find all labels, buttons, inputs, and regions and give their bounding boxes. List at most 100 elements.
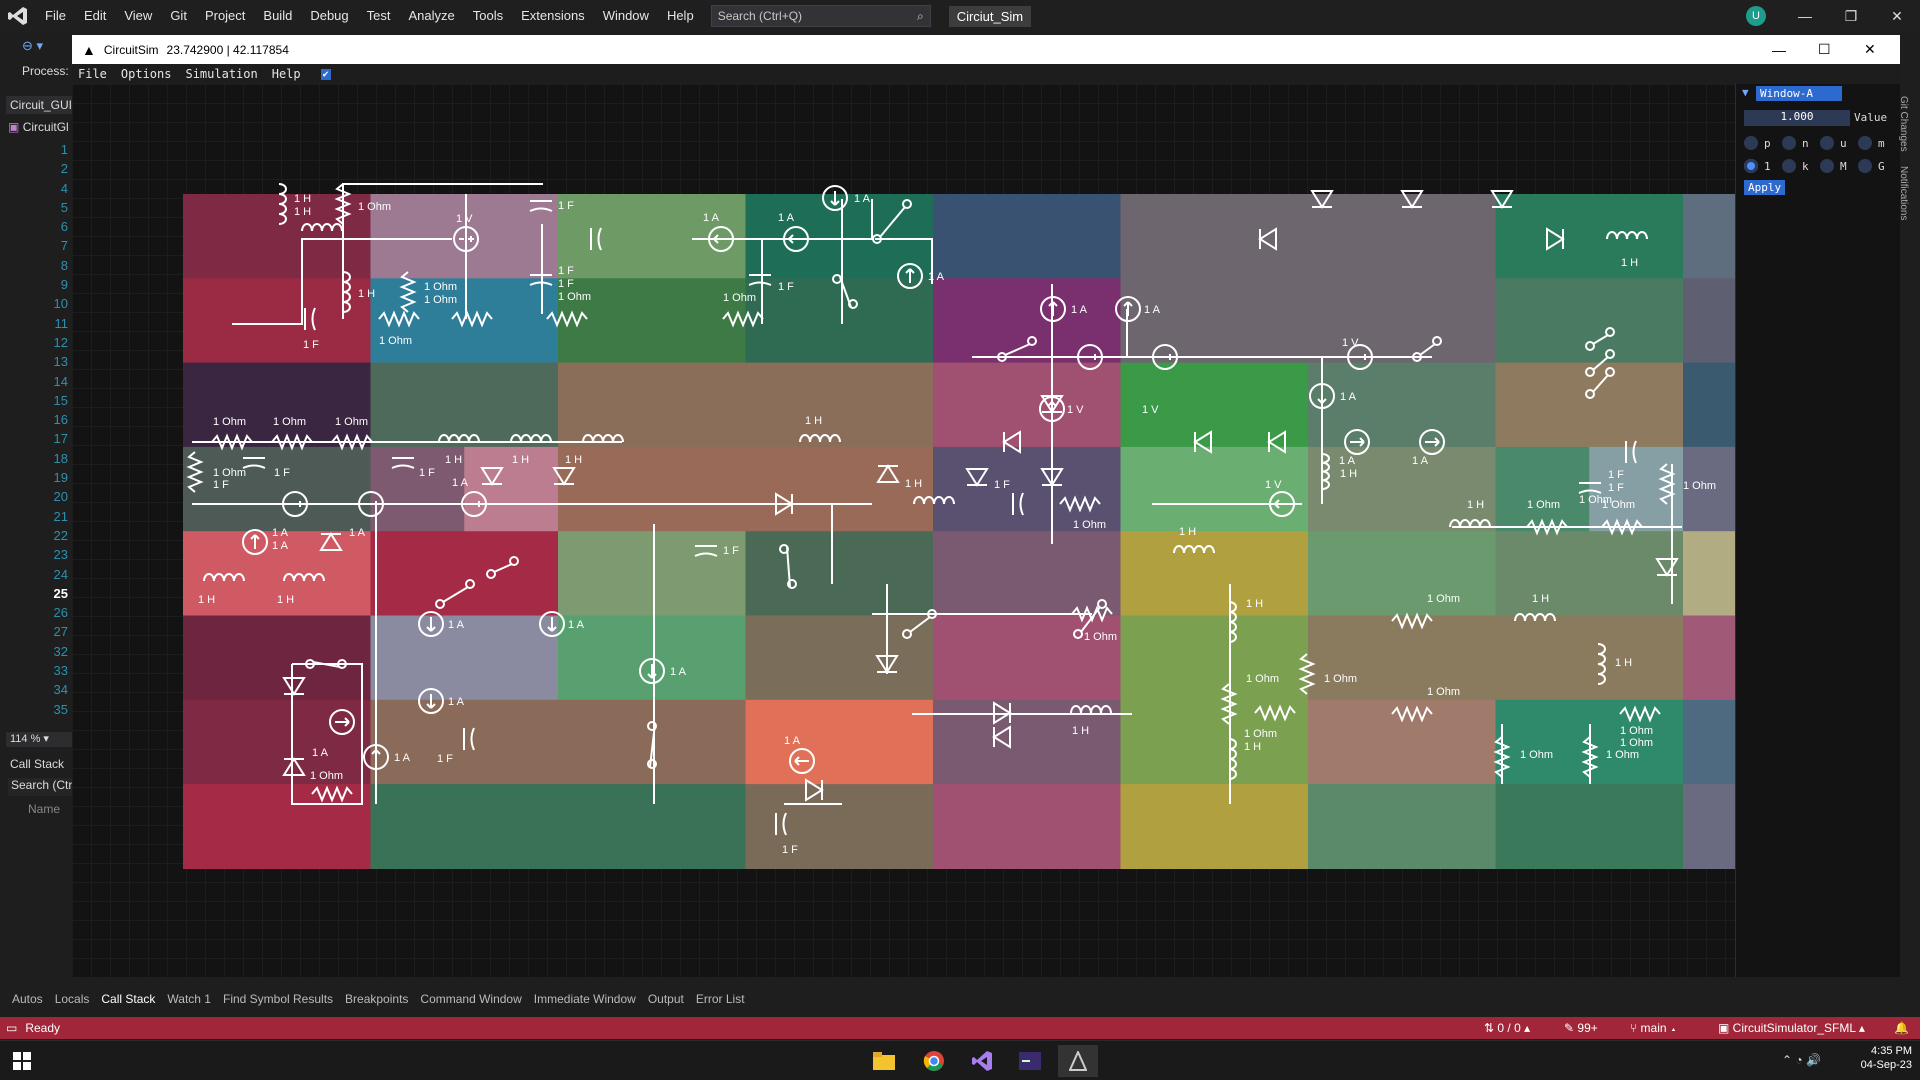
circuitsim-menu-bar: File Options Simulation Help ✔ (72, 64, 1900, 84)
simulation-checkmark-icon[interactable]: ✔ (320, 68, 331, 80)
bottom-tab-immediate-window[interactable]: Immediate Window (528, 992, 642, 1006)
vs-menu-extensions[interactable]: Extensions (512, 0, 594, 32)
file-explorer-icon[interactable] (864, 1045, 904, 1077)
callstack-search[interactable]: Search (Ctrl (8, 778, 72, 796)
component-label: 1 A (778, 212, 795, 224)
value-input[interactable]: 1.000 (1744, 110, 1850, 126)
zoom-value: 114 % (10, 733, 41, 745)
bottom-tab-call-stack[interactable]: Call Stack (95, 992, 161, 1006)
vs-menu-help[interactable]: Help (658, 0, 703, 32)
cs-menu-help[interactable]: Help (272, 67, 301, 81)
bottom-tab-command-window[interactable]: Command Window (414, 992, 527, 1006)
prefix-option-m[interactable]: m (1858, 134, 1894, 152)
solution-tab[interactable]: Circuit_GUI (6, 96, 72, 114)
vs-title-bar: File Edit View Git Project Build Debug Test Anal… (0, 0, 1920, 32)
bottom-tab-breakpoints[interactable]: Breakpoints (339, 992, 414, 1006)
line-number: 21 (53, 508, 68, 524)
vs-menu-debug[interactable]: Debug (301, 0, 357, 32)
component-label: 1 H (805, 415, 822, 427)
component-label: 1 A (1144, 304, 1161, 316)
vs-menu-edit[interactable]: Edit (75, 0, 115, 32)
vs-menu-test[interactable]: Test (358, 0, 400, 32)
clock[interactable]: 4:35 PM 04-Sep-23 (1856, 1045, 1912, 1071)
cs-minimize-icon[interactable]: — (1772, 42, 1786, 58)
apply-button[interactable]: Apply (1744, 180, 1786, 195)
lines-indicator[interactable]: ⇅ 0 / 0 ▴ (1484, 1021, 1530, 1035)
edits-indicator[interactable]: ✎ 99+ (1564, 1021, 1598, 1035)
prefix-option-u[interactable]: u (1820, 134, 1856, 152)
vs-menu-project[interactable]: Project (196, 0, 254, 32)
collapse-arrow-icon[interactable]: ▼ (1742, 86, 1749, 99)
visual-studio-logo-icon[interactable] (0, 0, 36, 32)
component-label: 1 V (1067, 404, 1084, 416)
circuit-canvas[interactable]: 1 H1 H1 Ohm 1 H1 Ohm 1 Ohm 1 V1 F1 F1 F1 Oh… (72, 84, 1735, 977)
cs-menu-options[interactable]: Options (121, 67, 172, 81)
grid-cell (933, 699, 1122, 785)
zoom-level[interactable]: 114 % ▾ (6, 732, 72, 747)
bottom-tab-error-list[interactable]: Error List (690, 992, 751, 1006)
bottom-tab-locals[interactable]: Locals (49, 992, 96, 1006)
bell-icon[interactable]: 🔔 (1894, 1021, 1909, 1035)
chrome-icon[interactable] (914, 1045, 954, 1077)
line-number: 26 (53, 605, 68, 621)
side-tabs: Git Changes Notifications (1898, 96, 1912, 234)
tray-icons[interactable]: ⌃ ◔ 🔊 (1782, 1053, 1821, 1067)
windows-start-icon[interactable] (2, 1045, 42, 1077)
minimize-icon[interactable]: — (1782, 0, 1828, 32)
file-tab[interactable]: ▣ CircuitGl (8, 120, 72, 134)
component-label: 1 Ohm (213, 467, 246, 479)
bottom-tab-autos[interactable]: Autos (6, 992, 49, 1006)
cs-close-icon[interactable]: ✕ (1864, 41, 1876, 58)
line-number: 1 (60, 142, 68, 157)
avatar[interactable]: U (1746, 6, 1766, 26)
component-label: 1 Ohm (213, 416, 246, 428)
back-nav-icon[interactable]: ⊖ ▾ (22, 38, 43, 54)
bottom-tab-watch-1[interactable]: Watch 1 (161, 992, 217, 1006)
cs-maximize-icon[interactable]: ☐ (1818, 41, 1831, 58)
prefix-option-1[interactable]: 1 (1744, 157, 1780, 175)
branch-indicator[interactable]: ⑂ main ▴ (1630, 1021, 1677, 1035)
component-label: 1 F (1608, 482, 1624, 494)
cs-menu-file[interactable]: File (78, 67, 107, 81)
line-number: 35 (53, 701, 68, 717)
component-label: 1 Ohm (1084, 631, 1117, 643)
prefix-option-M[interactable]: M (1820, 157, 1856, 175)
circuitsim-taskbar-icon[interactable] (1058, 1045, 1098, 1077)
component-label: 1 H (445, 454, 462, 466)
vs-menu-tools[interactable]: Tools (464, 0, 512, 32)
vs-menu-view[interactable]: View (115, 0, 161, 32)
side-tab-0[interactable]: Git Changes (1898, 96, 1909, 152)
bottom-tab-find-symbol-results[interactable]: Find Symbol Results (217, 992, 339, 1006)
visual-studio-taskbar-icon[interactable] (962, 1045, 1002, 1077)
prefix-option-p[interactable]: p (1744, 134, 1780, 152)
prefix-option-n[interactable]: n (1782, 134, 1818, 152)
restore-icon[interactable]: ❐ (1828, 0, 1874, 32)
component-label: 1 A (670, 666, 687, 678)
vs-menu-file[interactable]: File (36, 0, 75, 32)
line-number: 8 (60, 257, 68, 273)
component-label: 1 F (558, 278, 574, 290)
component-label: 1 F (213, 479, 229, 491)
component-label: 1 H (905, 478, 922, 490)
component-label: 1 H (294, 206, 311, 218)
terminal-icon[interactable] (1010, 1045, 1050, 1077)
grid-cell (1495, 784, 1684, 869)
repo-indicator[interactable]: ▣ CircuitSimulator_SFML ▴ (1718, 1021, 1865, 1035)
side-tab-1[interactable]: Notifications (1898, 166, 1909, 220)
cs-menu-simulation[interactable]: Simulation (185, 67, 257, 81)
vs-menu-window[interactable]: Window (594, 0, 658, 32)
component-label: 1 Ohm (424, 281, 457, 293)
prefix-option-k[interactable]: k (1782, 157, 1818, 175)
vs-menu-analyze[interactable]: Analyze (399, 0, 463, 32)
component-label: 1 A (784, 735, 801, 747)
grid-cell (745, 699, 934, 785)
vs-menu-git[interactable]: Git (161, 0, 196, 32)
bottom-tab-output[interactable]: Output (642, 992, 690, 1006)
search-input[interactable]: Search (Ctrl+Q) ⌕ (710, 5, 931, 27)
vs-menu-build[interactable]: Build (254, 0, 301, 32)
prefix-option-G[interactable]: G (1858, 157, 1894, 175)
status-bar: ▭ Ready ⇅ 0 / 0 ▴ ✎ 99+ ⑂ main ▴ ▣ Circu… (0, 1017, 1920, 1039)
close-icon[interactable]: ✕ (1874, 0, 1920, 32)
component-label: 1 A (928, 271, 945, 283)
schematic[interactable]: 1 H1 H1 Ohm1 H1 Ohm1 Ohm1 V1 F1 F1 F1 Oh… (72, 84, 1735, 977)
